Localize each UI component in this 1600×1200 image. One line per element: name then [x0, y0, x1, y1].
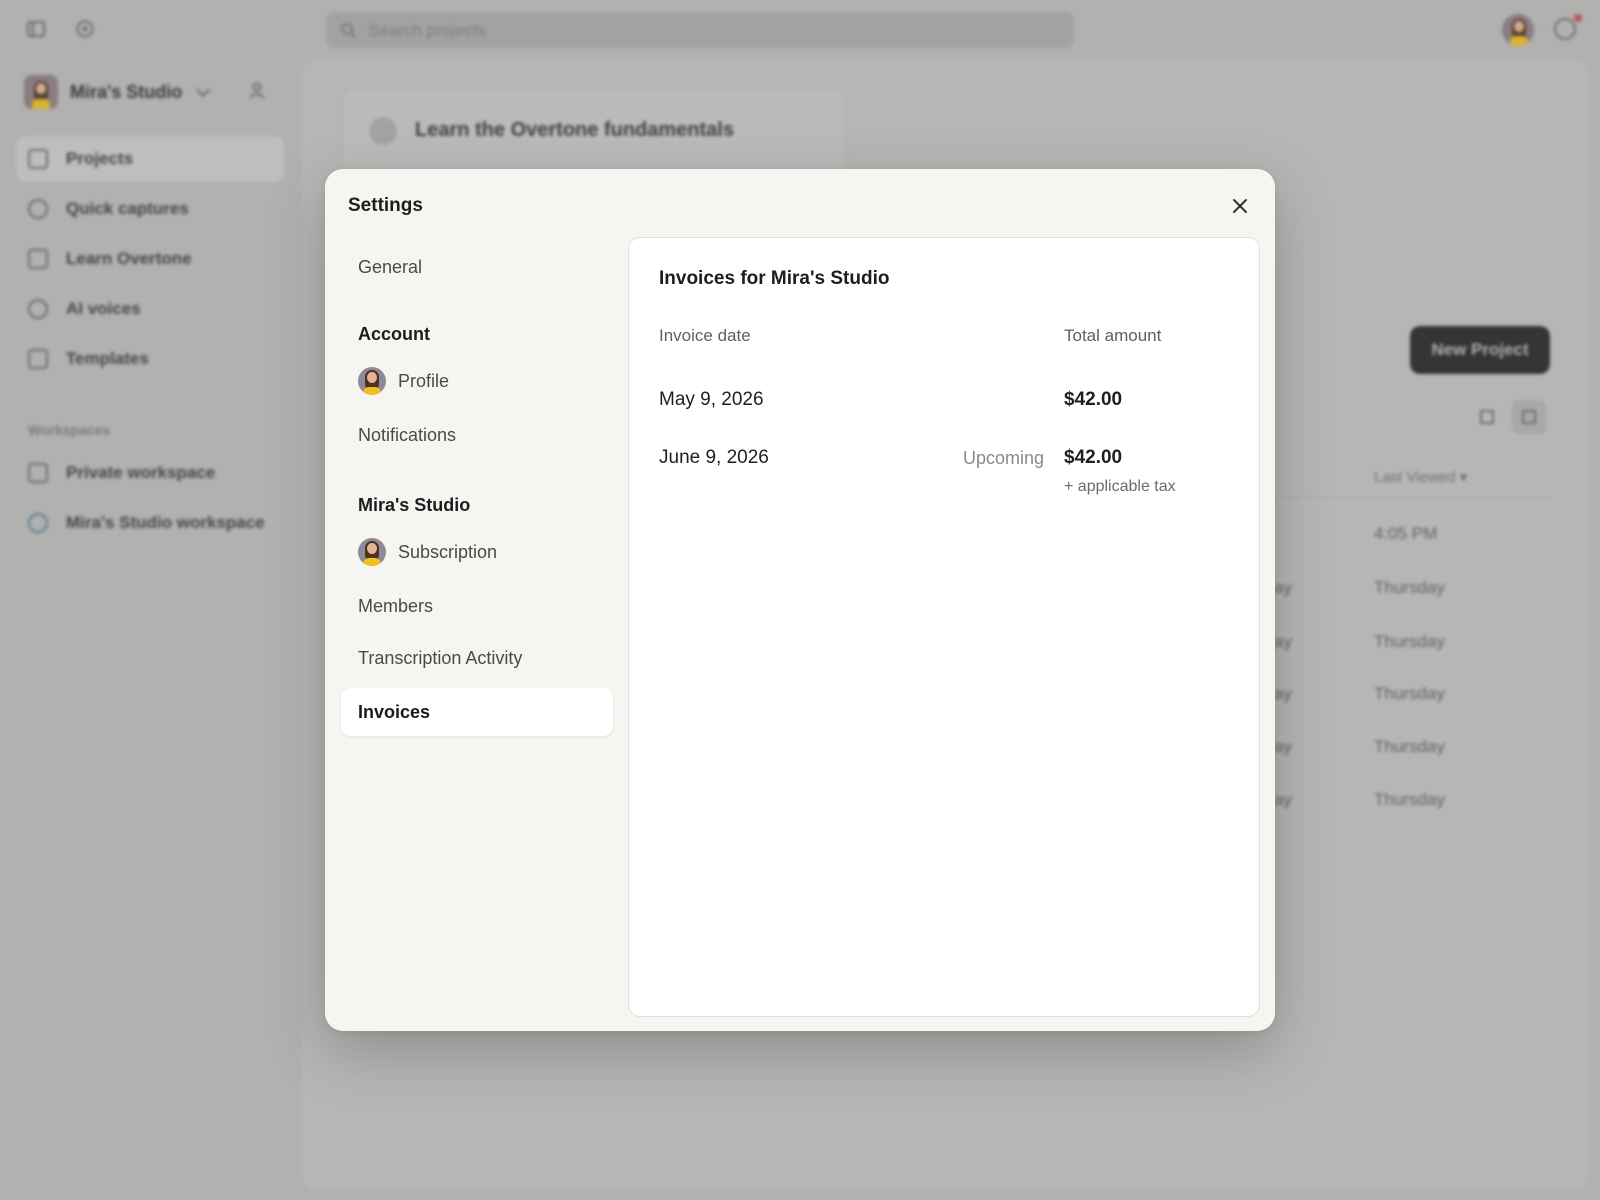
- settings-nav-label: Transcription Activity: [358, 647, 523, 668]
- settings-nav-subscription[interactable]: Subscription: [341, 528, 613, 576]
- settings-modal: Settings General Account Profile Notific…: [325, 169, 1275, 1031]
- close-button[interactable]: [1225, 191, 1255, 221]
- avatar: [358, 538, 386, 566]
- studio-section-heading: Mira's Studio: [358, 495, 471, 515]
- settings-nav-profile[interactable]: Profile: [341, 357, 613, 405]
- invoice-date: May 9, 2026: [659, 389, 764, 410]
- settings-nav-label: Subscription: [398, 541, 498, 562]
- account-section-heading: Account: [358, 324, 430, 344]
- invoice-amount: $42.00: [1064, 447, 1123, 468]
- avatar: [358, 367, 386, 395]
- settings-nav-notifications[interactable]: Notifications: [341, 411, 613, 459]
- settings-nav-label: Notifications: [358, 424, 457, 445]
- modal-title: Settings: [348, 195, 423, 216]
- settings-nav-label: General: [358, 256, 423, 277]
- settings-nav-members[interactable]: Members: [341, 582, 613, 630]
- panel-title: Invoices for Mira's Studio: [659, 268, 890, 289]
- tax-note: + applicable tax: [1064, 478, 1176, 495]
- close-icon: [1233, 199, 1247, 213]
- settings-nav-label: Invoices: [358, 701, 431, 722]
- invoice-date-header: Invoice date: [659, 326, 751, 345]
- total-amount-header: Total amount: [1064, 326, 1162, 345]
- invoice-amount: $42.00: [1064, 389, 1123, 410]
- status-badge: Upcoming: [962, 448, 1044, 468]
- settings-nav-general[interactable]: General: [341, 243, 613, 291]
- settings-nav-transcription[interactable]: Transcription Activity: [341, 634, 613, 682]
- settings-nav-invoices[interactable]: Invoices: [341, 688, 613, 736]
- settings-nav-label: Profile: [398, 370, 450, 391]
- invoices-panel: Invoices for Mira's Studio Invoice date …: [628, 237, 1260, 1017]
- invoice-date: June 9, 2026: [659, 447, 769, 468]
- settings-nav-label: Members: [358, 595, 434, 616]
